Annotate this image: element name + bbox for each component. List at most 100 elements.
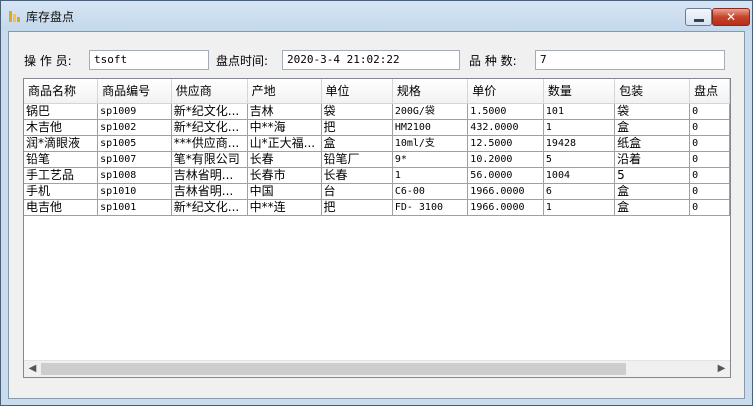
table-cell[interactable]: 手机 bbox=[24, 183, 99, 200]
table-cell[interactable]: 新*纪文化... bbox=[171, 199, 248, 216]
table-cell[interactable]: 0 bbox=[689, 135, 730, 152]
table-cell[interactable]: 1 bbox=[392, 167, 469, 184]
table-cell[interactable]: 6 bbox=[543, 183, 616, 200]
column-header[interactable]: 单价 bbox=[467, 79, 544, 104]
table-cell[interactable]: 把 bbox=[321, 119, 393, 136]
title-bar[interactable]: 库存盘点 ✕ bbox=[1, 1, 752, 31]
table-cell[interactable]: C6-00 bbox=[392, 183, 469, 200]
table-cell[interactable]: 1.5000 bbox=[467, 103, 544, 120]
table-cell[interactable]: 袋 bbox=[614, 103, 691, 120]
table-cell[interactable]: 盒 bbox=[321, 135, 393, 152]
table-cell[interactable]: 吉林省明... bbox=[171, 167, 248, 184]
column-header[interactable]: 商品编号 bbox=[97, 79, 172, 104]
table-cell[interactable]: 200G/袋 bbox=[392, 103, 469, 120]
column-header[interactable]: 供应商 bbox=[171, 79, 248, 104]
table-cell[interactable]: 432.0000 bbox=[467, 119, 544, 136]
operator-field[interactable]: tsoft bbox=[89, 50, 209, 70]
table-cell[interactable]: 0 bbox=[689, 119, 730, 136]
scroll-left-icon[interactable]: ◀ bbox=[24, 361, 41, 377]
close-button[interactable]: ✕ bbox=[712, 8, 750, 26]
table-cell[interactable]: 锅巴 bbox=[24, 103, 99, 120]
app-chart-icon bbox=[8, 9, 22, 23]
table-cell[interactable]: sp1005 bbox=[97, 135, 172, 152]
table-cell[interactable]: 中**海 bbox=[247, 119, 322, 136]
table-cell[interactable]: 盒 bbox=[614, 119, 691, 136]
horizontal-scrollbar[interactable]: ◀ ▶ bbox=[24, 360, 730, 377]
table-row[interactable]: 手机 sp1010 吉林省明... 中国台 C6-00 1966.0000 6 盒 0 bbox=[24, 183, 730, 200]
table-row[interactable]: 木吉他 sp1002 新*纪文化... 中**海把 HM2100 432.0000 1 盒 0 bbox=[24, 119, 730, 136]
table-row[interactable]: 铅笔 sp1007 笔*有限公司 长春 铅笔厂 9* 10.2000 5 沿着 0 bbox=[24, 151, 730, 168]
column-header[interactable]: 数量 bbox=[543, 79, 616, 104]
table-cell[interactable]: sp1008 bbox=[97, 167, 172, 184]
table-cell[interactable]: 1 bbox=[543, 199, 616, 216]
table-cell[interactable]: 0 bbox=[689, 103, 730, 120]
inventory-grid[interactable]: 商品名称 商品编号 供应商 产地 单位 规格 单价 数量 包装 盘点 锅巴 sp1 bbox=[23, 78, 731, 378]
time-field[interactable]: 2020-3-4 21:02:22 bbox=[282, 50, 460, 70]
column-header[interactable]: 包装 bbox=[614, 79, 691, 104]
table-cell[interactable]: 1004 bbox=[543, 167, 616, 184]
column-header[interactable]: 盘点 bbox=[689, 79, 730, 104]
table-cell[interactable]: 19428 bbox=[543, 135, 616, 152]
table-cell[interactable]: 12.5000 bbox=[467, 135, 544, 152]
table-row[interactable]: 润*滴眼液 sp1005 ***供应商... 山*正大福... 盒 10ml/支 12.50… bbox=[24, 135, 730, 152]
table-cell[interactable]: sp1009 bbox=[97, 103, 172, 120]
table-cell[interactable]: HM2100 bbox=[392, 119, 469, 136]
table-cell[interactable]: 5 bbox=[614, 167, 691, 184]
table-cell[interactable]: 沿着 bbox=[614, 151, 691, 168]
inventory-table: 商品名称 商品编号 供应商 产地 单位 规格 单价 数量 包装 盘点 锅巴 sp1 bbox=[24, 79, 730, 216]
table-row[interactable]: 电吉他 sp1001 新*纪文化... 中**连把 FD- 3100 1966.0000 1… bbox=[24, 199, 730, 216]
table-cell[interactable]: 5 bbox=[543, 151, 616, 168]
table-cell[interactable]: FD- 3100 bbox=[392, 199, 469, 216]
table-cell[interactable]: 铅笔 bbox=[24, 151, 99, 168]
table-cell[interactable]: 长春市 bbox=[247, 167, 322, 184]
kinds-field[interactable]: 7 bbox=[535, 50, 725, 70]
table-cell[interactable]: 10ml/支 bbox=[392, 135, 469, 152]
table-cell[interactable]: ***供应商... bbox=[171, 135, 248, 152]
table-cell[interactable]: 56.0000 bbox=[467, 167, 544, 184]
table-cell[interactable]: 盒 bbox=[614, 199, 691, 216]
table-cell[interactable]: 1966.0000 bbox=[467, 183, 544, 200]
table-cell[interactable]: sp1002 bbox=[97, 119, 172, 136]
table-cell[interactable]: 手工艺品 bbox=[24, 167, 99, 184]
table-cell[interactable]: 润*滴眼液 bbox=[24, 135, 99, 152]
table-cell[interactable]: 笔*有限公司 bbox=[171, 151, 248, 168]
table-cell[interactable]: 台 bbox=[321, 183, 393, 200]
table-cell[interactable]: 纸盒 bbox=[614, 135, 691, 152]
table-cell[interactable]: 中国 bbox=[247, 183, 322, 200]
table-cell[interactable]: 木吉他 bbox=[24, 119, 99, 136]
table-cell[interactable]: 山*正大福... bbox=[247, 135, 322, 152]
table-cell[interactable]: 1966.0000 bbox=[467, 199, 544, 216]
table-cell[interactable]: 吉林 bbox=[247, 103, 322, 120]
table-cell[interactable]: 0 bbox=[689, 183, 730, 200]
table-cell[interactable]: 新*纪文化... bbox=[171, 103, 248, 120]
column-header[interactable]: 商品名称 bbox=[24, 79, 99, 104]
table-cell[interactable]: 吉林省明... bbox=[171, 183, 248, 200]
column-header[interactable]: 单位 bbox=[321, 79, 393, 104]
table-cell[interactable]: 新*纪文化... bbox=[171, 119, 248, 136]
table-cell[interactable]: sp1010 bbox=[97, 183, 172, 200]
scroll-right-icon[interactable]: ▶ bbox=[713, 361, 730, 377]
table-cell[interactable]: 0 bbox=[689, 199, 730, 216]
column-header[interactable]: 规格 bbox=[392, 79, 469, 104]
table-cell[interactable]: 把 bbox=[321, 199, 393, 216]
table-cell[interactable]: 盒 bbox=[614, 183, 691, 200]
column-header[interactable]: 产地 bbox=[247, 79, 322, 104]
table-row[interactable]: 手工艺品 sp1008 吉林省明... 长春市 长春 1 56.0000 1004 5 0 bbox=[24, 167, 730, 184]
table-cell[interactable]: 长春 bbox=[247, 151, 322, 168]
table-cell[interactable]: sp1001 bbox=[97, 199, 172, 216]
table-cell[interactable]: 中**连 bbox=[247, 199, 322, 216]
table-cell[interactable]: 电吉他 bbox=[24, 199, 99, 216]
table-cell[interactable]: 袋 bbox=[321, 103, 393, 120]
table-cell[interactable]: 9* bbox=[392, 151, 469, 168]
table-cell[interactable]: sp1007 bbox=[97, 151, 172, 168]
table-cell[interactable]: 0 bbox=[689, 167, 730, 184]
minimize-button[interactable] bbox=[685, 8, 712, 26]
scroll-thumb[interactable] bbox=[41, 363, 626, 375]
table-cell[interactable]: 101 bbox=[543, 103, 616, 120]
table-cell[interactable]: 10.2000 bbox=[467, 151, 544, 168]
table-cell[interactable]: 铅笔厂 bbox=[321, 151, 393, 168]
table-cell[interactable]: 长春 bbox=[321, 167, 393, 184]
table-cell[interactable]: 0 bbox=[689, 151, 730, 168]
table-row[interactable]: 锅巴 sp1009 新*纪文化... 吉林袋 200G/袋 1.5000 101 袋 0 bbox=[24, 103, 730, 120]
table-cell[interactable]: 1 bbox=[543, 119, 616, 136]
